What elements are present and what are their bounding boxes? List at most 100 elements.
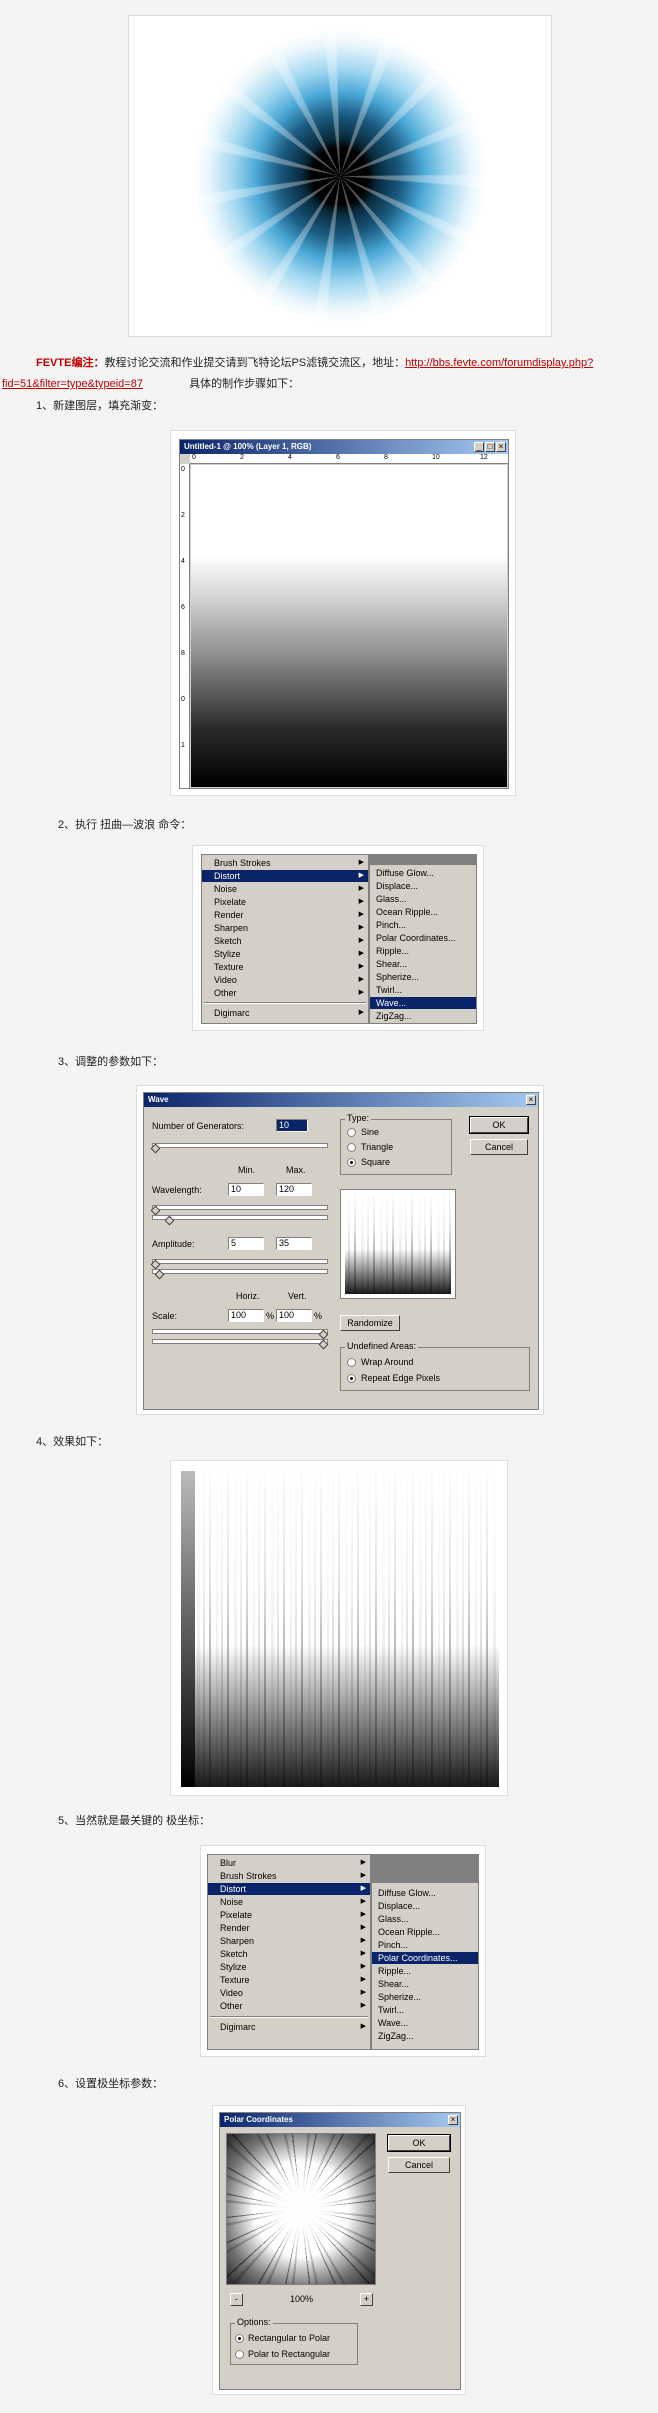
menu-item-brush-strokes[interactable]: Brush Strokes ▶	[208, 1870, 370, 1882]
submenu-item-ocean-ripple[interactable]: Ocean Ripple...	[370, 906, 476, 918]
type-sine-radio[interactable]	[347, 1128, 356, 1137]
repeat-edge-radio[interactable]	[347, 1374, 356, 1383]
submenu-item-wave[interactable]: Wave...	[372, 2017, 478, 2029]
menu-item-pixelate[interactable]: Pixelate ▶	[202, 896, 368, 908]
menu-item-stylize[interactable]: Stylize ▶	[202, 948, 368, 960]
zoom-out-button[interactable]: -	[230, 2293, 243, 2306]
type-square-radio[interactable]	[347, 1158, 356, 1167]
amplitude-slider-max[interactable]	[152, 1269, 328, 1274]
scale-slider-horiz[interactable]	[152, 1329, 328, 1334]
amplitude-max-field[interactable]: 35	[276, 1237, 312, 1250]
submenu-item-spherize[interactable]: Spherize...	[370, 971, 476, 983]
menu-item-brush-strokes[interactable]: Brush Strokes ▶	[202, 857, 368, 869]
randomize-button[interactable]: Randomize	[340, 1315, 400, 1331]
ruler-left-tick: 8	[181, 650, 185, 657]
submenu-item-displace[interactable]: Displace...	[370, 880, 476, 892]
polar-to-rect-label[interactable]: Polar to Rectangular	[248, 2349, 330, 2359]
menu-item-texture[interactable]: Texture ▶	[202, 961, 368, 973]
submenu-item-shear[interactable]: Shear...	[372, 1978, 478, 1990]
submenu-item-glass[interactable]: Glass...	[372, 1913, 478, 1925]
menu-item-stylize[interactable]: Stylize ▶	[208, 1961, 370, 1973]
close-button[interactable]: ×	[496, 442, 506, 452]
cancel-button[interactable]: Cancel	[388, 2157, 450, 2173]
submenu-item-pinch[interactable]: Pinch...	[370, 919, 476, 931]
undefined-areas-group: Undefined Areas: Wrap Around Repeat Edge…	[340, 1341, 530, 1391]
submenu-item-spherize[interactable]: Spherize...	[372, 1991, 478, 2003]
submenu-item-shear[interactable]: Shear...	[370, 958, 476, 970]
submenu-item-polar-coordinates[interactable]: Polar Coordinates...	[370, 932, 476, 944]
type-triangle-radio[interactable]	[347, 1143, 356, 1152]
type-sine-label[interactable]: Sine	[361, 1127, 379, 1137]
menu-item-render[interactable]: Render ▶	[208, 1922, 370, 1934]
amplitude-min-field[interactable]: 5	[228, 1237, 264, 1250]
generators-field[interactable]: 10	[276, 1119, 308, 1132]
menu-item-distort[interactable]: Distort ▶	[202, 870, 368, 882]
submenu-item-displace[interactable]: Displace...	[372, 1900, 478, 1912]
forum-link-part2[interactable]: fid=51&filter=type&typeid=87	[2, 378, 143, 390]
menu-item-other[interactable]: Other ▶	[208, 2000, 370, 2012]
amplitude-slider-min[interactable]	[152, 1259, 328, 1264]
wrap-around-label[interactable]: Wrap Around	[361, 1357, 413, 1367]
menu-item-other[interactable]: Other ▶	[202, 987, 368, 999]
generators-slider[interactable]	[152, 1143, 328, 1148]
submenu-item-diffuse-glow[interactable]: Diffuse Glow...	[370, 867, 476, 879]
menu-item-distort[interactable]: Distort ▶	[208, 1883, 370, 1895]
wavelength-slider-max[interactable]	[152, 1215, 328, 1220]
type-triangle-label[interactable]: Triangle	[361, 1142, 393, 1152]
submenu-item-ripple[interactable]: Ripple...	[370, 945, 476, 957]
wavelength-min-field[interactable]: 10	[228, 1183, 264, 1196]
menu-item-texture[interactable]: Texture ▶	[208, 1974, 370, 1986]
ok-button[interactable]: OK	[469, 1116, 529, 1134]
zoom-in-button[interactable]: +	[360, 2293, 373, 2306]
submenu-item-twirl[interactable]: Twirl...	[370, 984, 476, 996]
cancel-button[interactable]: Cancel	[470, 1139, 528, 1155]
menu-item-render[interactable]: Render ▶	[202, 909, 368, 921]
rect-to-polar-label[interactable]: Rectangular to Polar	[248, 2333, 330, 2343]
submenu-item-zigzag[interactable]: ZigZag...	[372, 2030, 478, 2042]
submenu-item-polar-coordinates[interactable]: Polar Coordinates...	[372, 1952, 478, 1964]
scale-slider-vert[interactable]	[152, 1339, 328, 1344]
submenu-item-diffuse-glow[interactable]: Diffuse Glow...	[372, 1887, 478, 1899]
menu-item-noise[interactable]: Noise ▶	[208, 1896, 370, 1908]
close-button[interactable]: ×	[448, 2115, 458, 2125]
polar-to-rect-radio[interactable]	[235, 2350, 244, 2359]
wavelength-slider-min[interactable]	[152, 1205, 328, 1210]
submenu-item-wave[interactable]: Wave...	[370, 997, 476, 1009]
wrap-around-radio[interactable]	[347, 1358, 356, 1367]
menu-separator	[204, 1002, 366, 1004]
submenu-item-pinch[interactable]: Pinch...	[372, 1939, 478, 1951]
submenu-item-glass[interactable]: Glass...	[370, 893, 476, 905]
menu-item-sharpen[interactable]: Sharpen ▶	[208, 1935, 370, 1947]
menu-item-sharpen[interactable]: Sharpen ▶	[202, 922, 368, 934]
submenu-arrow-icon: ▶	[360, 1885, 366, 1892]
menu-item-sketch[interactable]: Sketch ▶	[202, 935, 368, 947]
menu-item-video[interactable]: Video ▶	[202, 974, 368, 986]
scale-horiz-field[interactable]: 100	[228, 1309, 264, 1322]
ok-button[interactable]: OK	[387, 2134, 451, 2152]
menu-item-pixelate[interactable]: Pixelate ▶	[208, 1909, 370, 1921]
type-square-label[interactable]: Square	[361, 1157, 390, 1167]
submenu-arrow-icon: ▶	[360, 2002, 366, 2009]
close-button[interactable]: ×	[526, 1095, 536, 1105]
submenu-item-ocean-ripple[interactable]: Ocean Ripple...	[372, 1926, 478, 1938]
forum-link-part1[interactable]: http://bbs.fevte.com/forumdisplay.php?	[405, 357, 593, 369]
hero-starburst-image	[137, 24, 543, 328]
minimize-button[interactable]: _	[474, 442, 484, 452]
scale-vert-field[interactable]: 100	[276, 1309, 312, 1322]
scale-vert-pct: %	[314, 1311, 323, 1321]
menu-item-digimarc[interactable]: Digimarc ▶	[208, 2021, 370, 2033]
submenu-item-zigzag[interactable]: ZigZag...	[370, 1010, 476, 1022]
submenu-item-ripple[interactable]: Ripple...	[372, 1965, 478, 1977]
menu-item-sketch[interactable]: Sketch ▶	[208, 1948, 370, 1960]
rect-to-polar-radio[interactable]	[235, 2334, 244, 2343]
menu-item-blur[interactable]: Blur ▶	[208, 1857, 370, 1869]
menu-item-video[interactable]: Video ▶	[208, 1987, 370, 1999]
undefined-areas-label: Undefined Areas:	[345, 1341, 419, 1351]
menu-item-digimarc[interactable]: Digimarc ▶	[202, 1007, 368, 1019]
menu-item-noise[interactable]: Noise ▶	[202, 883, 368, 895]
repeat-edge-label[interactable]: Repeat Edge Pixels	[361, 1373, 440, 1383]
editor-note-text: 教程讨论交流和作业提交请到飞特论坛PS滤镜交流区，地址：	[104, 357, 406, 369]
submenu-item-twirl[interactable]: Twirl...	[372, 2004, 478, 2016]
maximize-button[interactable]: □	[485, 442, 495, 452]
wavelength-max-field[interactable]: 120	[276, 1183, 312, 1196]
